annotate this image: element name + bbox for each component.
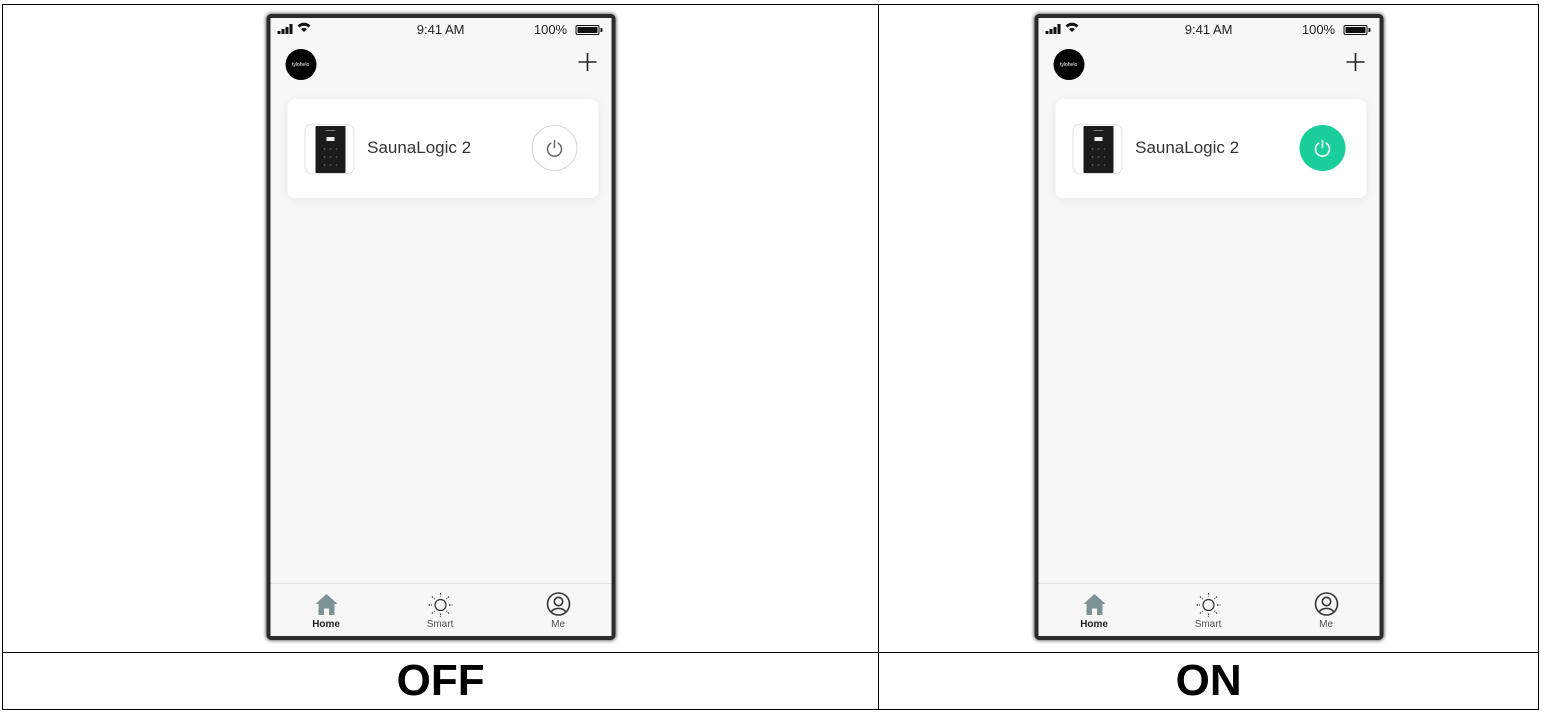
comparison-table: 9:41 AM 100% tylohelo SaunaLogic 2 Home … [1, 4, 1539, 710]
phone-frame-off: 9:41 AM 100% tylohelo SaunaLogic 2 Home … [266, 14, 616, 640]
phone-screen-off: 9:41 AM 100% tylohelo SaunaLogic 2 Home … [270, 18, 612, 636]
tab-home-label: Home [312, 619, 340, 630]
battery-icon [1343, 25, 1371, 35]
power-icon [1314, 139, 1330, 157]
phone-frame-on: 9:41 AM 100% tylohelo SaunaLogic 2 Home … [1034, 14, 1384, 640]
battery-percent: 100% [533, 22, 568, 37]
panel-off-cell: 9:41 AM 100% tylohelo SaunaLogic 2 Home … [1, 4, 880, 653]
device-name: SaunaLogic 2 [1135, 138, 1240, 157]
device-name: SaunaLogic 2 [367, 138, 472, 157]
tab-home[interactable]: Home [1064, 590, 1124, 630]
device-card[interactable]: SaunaLogic 2 [1055, 99, 1367, 198]
profile-icon [546, 592, 570, 616]
home-icon [1083, 594, 1106, 615]
home-icon [315, 594, 338, 615]
tab-home-label: Home [1080, 619, 1108, 630]
sun-icon [428, 593, 453, 617]
battery-icon [575, 25, 603, 35]
panel-on-cell: 9:41 AM 100% tylohelo SaunaLogic 2 Home … [878, 4, 1539, 653]
device-image [1072, 124, 1123, 174]
add-device-button[interactable] [577, 52, 597, 72]
status-bar: 9:41 AM 100% [1038, 18, 1379, 40]
tab-me[interactable]: Me [528, 590, 588, 630]
device-card[interactable]: SaunaLogic 2 [287, 99, 599, 198]
tab-me-label: Me [1319, 619, 1334, 630]
tab-home[interactable]: Home [296, 590, 356, 630]
tab-bar: Home Smart Me [270, 583, 612, 636]
tab-me[interactable]: Me [1296, 590, 1356, 630]
phone-screen-on: 9:41 AM 100% tylohelo SaunaLogic 2 Home … [1038, 18, 1380, 636]
caption-off: OFF [1, 652, 880, 710]
add-device-button[interactable] [1345, 52, 1365, 72]
brand-logo[interactable]: tylohelo [285, 49, 317, 80]
status-bar: 9:41 AM 100% [270, 18, 611, 40]
tab-smart-label: Smart [426, 619, 454, 630]
tab-me-label: Me [551, 619, 566, 630]
tab-smart[interactable]: Smart [410, 590, 470, 630]
power-icon [546, 139, 562, 157]
power-button-on[interactable] [1299, 125, 1346, 171]
caption-on: ON [878, 652, 1539, 710]
tab-smart[interactable]: Smart [1178, 590, 1238, 630]
tab-bar: Home Smart Me [1038, 583, 1380, 636]
device-image [304, 124, 355, 174]
brand-logo[interactable]: tylohelo [1053, 49, 1085, 80]
tab-smart-label: Smart [1194, 619, 1222, 630]
power-button-off[interactable] [531, 125, 578, 171]
profile-icon [1314, 592, 1338, 616]
sun-icon [1196, 593, 1221, 617]
battery-percent: 100% [1301, 22, 1336, 37]
